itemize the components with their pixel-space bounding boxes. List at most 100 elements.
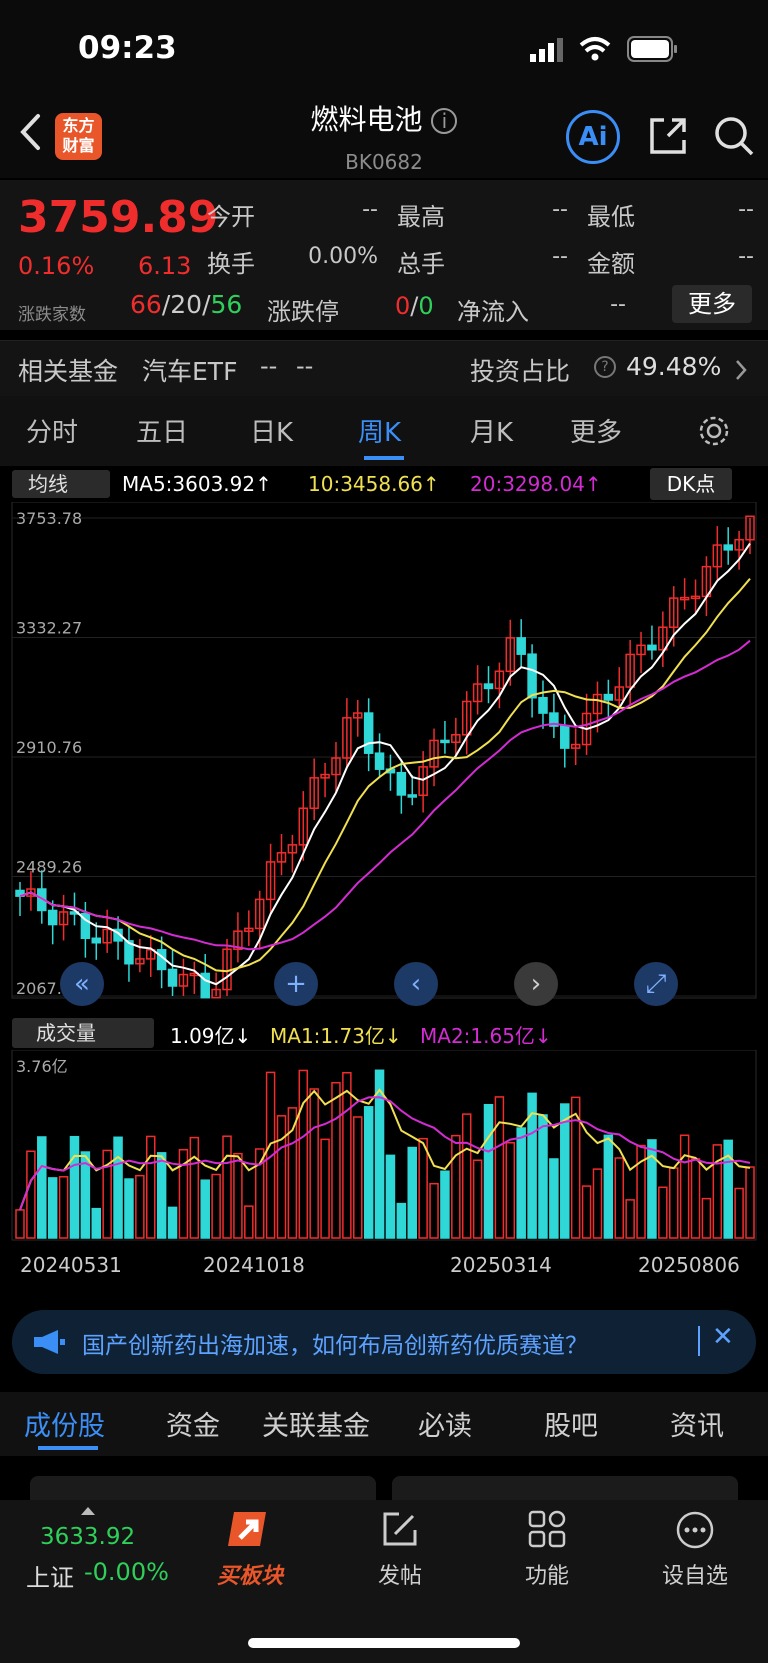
volume-label: 总手 xyxy=(397,250,445,278)
volume-bar xyxy=(658,1186,668,1239)
nav-buy-sector[interactable]: 买板块 xyxy=(200,1558,300,1590)
caret-up-icon[interactable] xyxy=(80,1506,96,1516)
volume-value: -- xyxy=(552,244,568,269)
volume-bar xyxy=(342,1072,352,1239)
volume-bar xyxy=(156,1152,167,1239)
ma10-readout: 10:3458.66↑ xyxy=(308,472,440,496)
nav-add-watchlist[interactable]: 设自选 xyxy=(645,1558,745,1590)
ma20-readout: 20:3298.04↑ xyxy=(470,472,602,496)
volume-bar xyxy=(309,1088,319,1239)
volume-tick-label: 3.76亿 xyxy=(16,1057,68,1076)
volume-bar xyxy=(37,1136,47,1239)
ai-button[interactable]: Ai xyxy=(566,110,620,164)
add-watchlist-icon[interactable] xyxy=(675,1510,715,1550)
limit-up: 0 xyxy=(395,292,411,320)
title-text: 燃料电池 xyxy=(310,103,423,136)
buy-sector-icon[interactable] xyxy=(226,1508,274,1552)
candle-body xyxy=(440,739,450,744)
netflow-label: 净流入 xyxy=(457,298,529,326)
info-icon[interactable]: i xyxy=(431,108,458,134)
volume-bar xyxy=(668,1167,679,1239)
volume-bar xyxy=(483,1103,494,1239)
volume-bar xyxy=(734,1187,744,1239)
news-text[interactable]: 国产创新药出海加速，如何布局创新药优质赛道？ xyxy=(82,1326,588,1360)
open-label: 今开 xyxy=(207,203,255,231)
volume-bar xyxy=(581,1185,592,1239)
volume-bar xyxy=(15,1209,25,1239)
functions-grid-icon[interactable] xyxy=(528,1510,566,1548)
search-icon[interactable] xyxy=(712,114,756,158)
tab-five-day[interactable]: 五日 xyxy=(136,412,188,449)
close-icon[interactable]: ✕ xyxy=(712,1322,734,1352)
volume-bar xyxy=(353,1116,363,1239)
index-change[interactable]: -0.00% xyxy=(84,1558,169,1586)
volume-bar xyxy=(145,1135,156,1239)
tab-must-read[interactable]: 必读 xyxy=(418,1404,472,1443)
post-edit-icon[interactable] xyxy=(381,1510,419,1548)
candle-body xyxy=(723,544,733,551)
tab-daily-k[interactable]: 日K xyxy=(250,412,293,449)
volume-bar xyxy=(287,1107,298,1239)
x-tick-label: 20250806 xyxy=(638,1253,740,1277)
tab-constituents[interactable]: 成份股 xyxy=(24,1404,105,1443)
tab-related-funds[interactable]: 关联基金 xyxy=(262,1404,370,1443)
volume-bar xyxy=(233,1152,243,1239)
volume-bar xyxy=(592,1168,603,1239)
step-left-button[interactable]: ‹ xyxy=(394,962,438,1006)
index-name[interactable]: 上证 xyxy=(26,1558,74,1593)
volume-bar xyxy=(440,1170,450,1239)
ma-selector[interactable]: 均线 xyxy=(12,470,110,498)
volume-bar xyxy=(472,1159,483,1239)
flat-count: 20 xyxy=(170,290,203,319)
change-percent: 0.16% xyxy=(18,252,95,280)
zoom-in-button[interactable]: + xyxy=(274,962,318,1006)
nav-functions[interactable]: 功能 xyxy=(497,1558,597,1590)
volume-bar xyxy=(47,1177,58,1239)
tab-weekly-k[interactable]: 周K xyxy=(358,412,401,449)
ma5-line xyxy=(19,542,751,986)
volume-bar xyxy=(320,1138,330,1239)
candle-body xyxy=(560,725,570,749)
settings-gear-icon[interactable] xyxy=(697,414,731,448)
nav-post[interactable]: 发帖 xyxy=(350,1558,450,1590)
tab-intraday[interactable]: 分时 xyxy=(26,412,78,449)
help-icon[interactable]: ? xyxy=(594,356,616,378)
expand-icon[interactable]: ⤢ xyxy=(634,962,678,1006)
more-button[interactable]: 更多 xyxy=(672,285,752,323)
x-tick-label: 20240531 xyxy=(20,1253,122,1277)
chevron-right-icon xyxy=(736,360,747,380)
x-tick-label: 20241018 xyxy=(203,1253,305,1277)
volume-bar xyxy=(516,1127,526,1239)
scroll-left-fast-button[interactable]: « xyxy=(60,962,104,1006)
tab-forum[interactable]: 股吧 xyxy=(544,1404,598,1443)
volume-bar xyxy=(189,1136,200,1239)
volume-selector[interactable]: 成交量 xyxy=(12,1018,154,1048)
candle-body xyxy=(516,637,526,655)
volume-bar xyxy=(69,1135,80,1239)
volume-bar xyxy=(167,1206,178,1239)
candlestick-chart[interactable]: 3753.783332.272910.762489.262067.75 xyxy=(0,502,768,1002)
volume-bar xyxy=(276,1115,287,1239)
volume-bar xyxy=(538,1114,548,1239)
tab-monthly-k[interactable]: 月K xyxy=(470,412,513,449)
step-right-button[interactable]: › xyxy=(514,962,558,1006)
fund-value-2: -- xyxy=(296,352,314,380)
candle-body xyxy=(91,937,102,944)
volume-chart[interactable]: 3.76亿 20240531 20241018 20250314 20250806 xyxy=(0,1050,768,1300)
candle-body xyxy=(396,771,407,796)
battery-icon xyxy=(627,36,677,62)
fund-label: 相关基金 xyxy=(18,357,119,386)
volume-bar xyxy=(505,1142,516,1239)
tab-news[interactable]: 资讯 xyxy=(670,1404,724,1443)
fund-name: 汽车ETF xyxy=(142,357,238,386)
volume-bar xyxy=(418,1137,428,1239)
tab-more[interactable]: 更多 xyxy=(570,412,622,449)
dk-point-button[interactable]: DK点 xyxy=(650,468,732,500)
tab-funds-flow[interactable]: 资金 xyxy=(166,1404,220,1443)
volume-bar xyxy=(745,1166,755,1239)
volume-bar xyxy=(690,1158,701,1239)
share-icon[interactable] xyxy=(646,114,690,158)
index-value[interactable]: 3633.92 xyxy=(40,1524,135,1550)
y-tick-label: 3332.27 xyxy=(16,619,82,638)
subtab-indicator xyxy=(38,1446,98,1450)
